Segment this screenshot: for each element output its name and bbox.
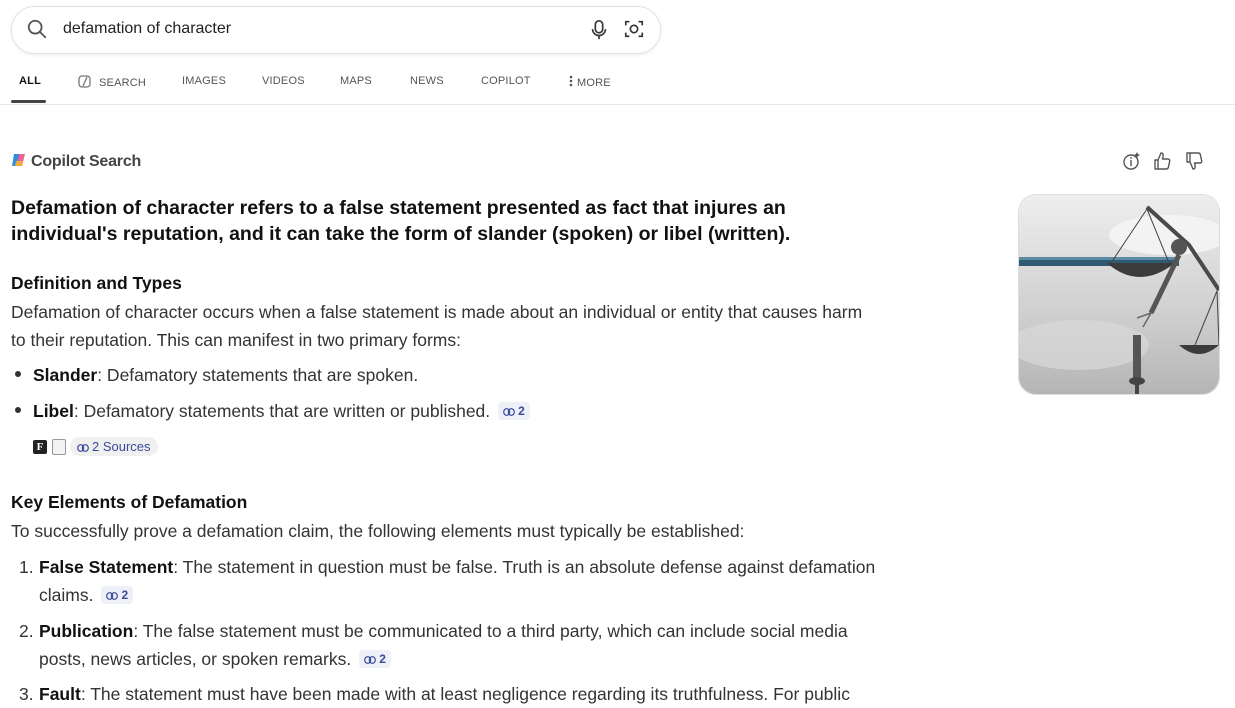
more-vertical-icon (569, 75, 573, 87)
search-input[interactable]: defamation of character (63, 20, 231, 38)
tab-search[interactable]: SEARCH (78, 75, 146, 89)
link-icon (503, 408, 516, 416)
sources-label: 2 Sources (92, 439, 151, 454)
microphone-icon[interactable] (588, 18, 610, 42)
link-icon (364, 656, 377, 664)
brand-label: Copilot Search (31, 153, 142, 170)
section-intro-key-elements: To successfully prove a defamation claim… (11, 521, 745, 541)
tab-more-label: MORE (577, 77, 611, 89)
list-item-text: : The statement must have been made with… (80, 684, 850, 704)
copilot-search-icon (78, 75, 91, 88)
list-number: 2. (19, 621, 34, 641)
list-item-text: : Defamatory statements that are spoken. (97, 365, 419, 385)
copilot-search-brand: Copilot Search (11, 152, 141, 171)
citation-count: 2 (379, 652, 386, 666)
section-title-definition: Definition and Types (11, 273, 182, 293)
sparkle-info-icon[interactable] (1121, 151, 1141, 171)
list-item-term: Slander (33, 365, 98, 385)
list-item-term: Fault (39, 684, 81, 704)
list-number: 1. (19, 557, 34, 577)
scales-of-justice-image[interactable] (1018, 194, 1220, 395)
thumbs-up-icon[interactable] (1152, 151, 1172, 171)
list-item-term: Libel (33, 401, 74, 421)
tab-images[interactable]: IMAGES (182, 75, 226, 87)
list-item: Slander: Defamatory statements that are … (15, 365, 418, 386)
sources-row: F 2 Sources (33, 437, 158, 459)
sources-button[interactable]: 2 Sources (70, 437, 158, 456)
tab-news[interactable]: NEWS (410, 75, 444, 87)
citation-count: 2 (518, 404, 525, 418)
visual-search-icon[interactable] (623, 18, 645, 40)
copilot-logo-icon (12, 154, 25, 166)
source-favicon-document-icon (52, 438, 66, 455)
section-intro-definition: Defamation of character occurs when a fa… (11, 302, 863, 350)
active-tab-indicator (11, 100, 46, 103)
tab-maps[interactable]: MAPS (340, 75, 372, 87)
link-icon (77, 444, 89, 452)
bullet-dot (15, 407, 21, 413)
section-title-key-elements: Key Elements of Defamation (11, 492, 248, 512)
citation-badge[interactable]: 2 (359, 650, 391, 668)
source-favicon-f: F (33, 439, 47, 454)
list-item-text: : The false statement must be communicat… (39, 621, 848, 669)
list-item: 1. False Statement: The statement in que… (11, 553, 881, 609)
citation-count: 2 (121, 588, 129, 602)
tab-search-label: SEARCH (99, 77, 147, 89)
tab-copilot[interactable]: COPILOT (481, 75, 531, 87)
tab-all[interactable]: ALL (19, 75, 41, 87)
link-icon (106, 592, 119, 600)
citation-badge[interactable]: 2 (101, 586, 134, 604)
list-item: 2. Publication: The false statement must… (11, 617, 881, 673)
list-number: 3. (19, 684, 34, 704)
tab-videos[interactable]: VIDEOS (262, 75, 305, 87)
search-bar[interactable]: defamation of character (11, 6, 661, 54)
bullet-dot (15, 371, 21, 377)
list-item: 3. Fault: The statement must have been m… (11, 680, 881, 708)
list-item-term: False Statement (39, 557, 174, 577)
tab-more[interactable]: MORE (569, 75, 611, 89)
list-item-term: Publication (39, 621, 134, 641)
answer-headline: Defamation of character refers to a fals… (11, 197, 791, 245)
search-icon (27, 19, 47, 39)
list-item: Libel: Defamatory statements that are wr… (15, 401, 530, 422)
list-item-text: : Defamatory statements that are written… (73, 401, 491, 421)
thumbs-down-icon[interactable] (1184, 151, 1204, 171)
citation-badge[interactable]: 2 (498, 402, 530, 420)
vertical-tabs: ALL SEARCH IMAGES VIDEOS MAPS NEWS COPIL… (0, 64, 1235, 105)
